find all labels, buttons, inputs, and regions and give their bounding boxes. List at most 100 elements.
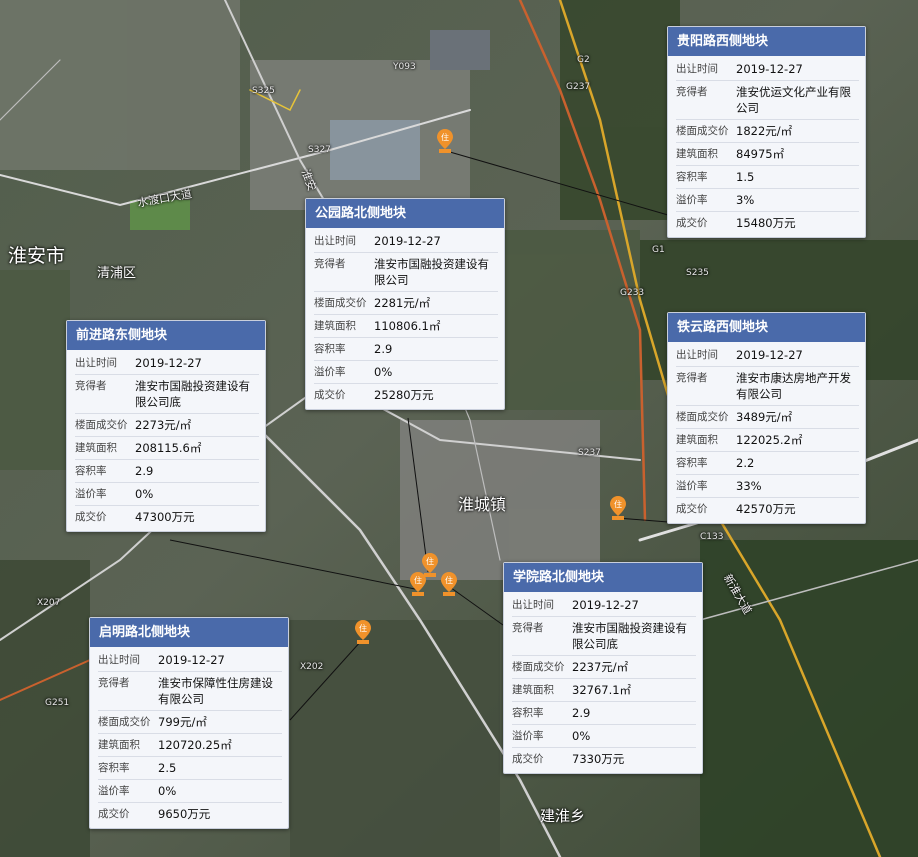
- date-row: 出让时间 2019-12-27: [676, 344, 859, 367]
- area-value: 120720.25㎡: [158, 738, 232, 752]
- parcel-card[interactable]: 贵阳路西侧地块 出让时间 2019-12-27 竞得者 淮安优运文化产业有限公司 楼…: [667, 26, 866, 238]
- parcel-card-title: 前进路东侧地块: [67, 321, 265, 350]
- premium-label: 溢价率: [676, 480, 708, 492]
- total-row: 成交价 25280万元: [314, 384, 498, 406]
- parcel-card[interactable]: 学院路北侧地块 出让时间 2019-12-27 竞得者 淮安市国融投资建设有限公司底…: [503, 562, 703, 774]
- premium-label: 溢价率: [75, 488, 107, 500]
- total-row: 成交价 15480万元: [676, 212, 859, 234]
- total-row: 成交价 42570万元: [676, 498, 859, 520]
- far-value: 2.5: [158, 761, 177, 775]
- floor-price-row: 楼面成交价 2237元/㎡: [512, 656, 696, 679]
- area-value: 122025.2㎡: [736, 433, 803, 447]
- svg-text:住: 住: [614, 499, 622, 509]
- winner-label: 竞得者: [512, 622, 544, 634]
- svg-text:住: 住: [426, 556, 434, 566]
- far-row: 容积率 2.9: [512, 702, 696, 725]
- winner-label: 竞得者: [75, 380, 107, 392]
- map-pin-icon[interactable]: 住: [440, 571, 458, 597]
- floor-price-value: 2237元/㎡: [572, 660, 629, 674]
- area-value: 110806.1㎡: [374, 319, 441, 333]
- date-value: 2019-12-27: [736, 62, 803, 76]
- premium-row: 溢价率 3%: [676, 189, 859, 212]
- floor-price-value: 3489元/㎡: [736, 410, 793, 424]
- far-value: 2.9: [374, 342, 393, 356]
- date-value: 2019-12-27: [158, 653, 225, 667]
- parcel-card-title: 贵阳路西侧地块: [668, 27, 865, 56]
- total-value: 9650万元: [158, 807, 211, 821]
- winner-row: 竞得者 淮安优运文化产业有限公司: [676, 81, 859, 120]
- winner-row: 竞得者 淮安市国融投资建设有限公司底: [75, 375, 259, 414]
- far-value: 2.9: [572, 706, 591, 720]
- far-label: 容积率: [676, 457, 708, 469]
- total-label: 成交价: [98, 808, 130, 820]
- total-label: 成交价: [75, 511, 107, 523]
- area-label: 建筑面积: [676, 434, 718, 446]
- winner-value: 淮安市国融投资建设有限公司底: [572, 621, 687, 651]
- area-row: 建筑面积 208115.6㎡: [75, 437, 259, 460]
- date-label: 出让时间: [98, 654, 140, 666]
- far-value: 2.2: [736, 456, 755, 470]
- date-row: 出让时间 2019-12-27: [75, 352, 259, 375]
- parcel-card[interactable]: 启明路北侧地块 出让时间 2019-12-27 竞得者 淮安市保障性住房建设有限公司…: [89, 617, 289, 829]
- map-pin-icon[interactable]: 住: [354, 619, 372, 645]
- parcel-card-title: 启明路北侧地块: [90, 618, 288, 647]
- map-pin-icon[interactable]: 住: [436, 128, 454, 154]
- area-label: 建筑面积: [314, 320, 356, 332]
- parcel-card[interactable]: 公园路北侧地块 出让时间 2019-12-27 竞得者 淮安市国融投资建设有限公司 …: [305, 198, 505, 410]
- floor-price-value: 1822元/㎡: [736, 124, 793, 138]
- date-value: 2019-12-27: [572, 598, 639, 612]
- area-row: 建筑面积 84975㎡: [676, 143, 859, 166]
- svg-text:住: 住: [445, 575, 453, 585]
- premium-row: 溢价率 0%: [98, 780, 282, 803]
- date-value: 2019-12-27: [736, 348, 803, 362]
- map-pin-icon[interactable]: 住: [409, 571, 427, 597]
- far-label: 容积率: [676, 171, 708, 183]
- far-value: 2.9: [135, 464, 154, 478]
- far-label: 容积率: [98, 762, 130, 774]
- premium-value: 0%: [572, 729, 591, 743]
- svg-text:住: 住: [441, 132, 449, 142]
- total-row: 成交价 9650万元: [98, 803, 282, 825]
- far-label: 容积率: [512, 707, 544, 719]
- floor-price-row: 楼面成交价 2273元/㎡: [75, 414, 259, 437]
- premium-row: 溢价率 0%: [512, 725, 696, 748]
- floor-price-row: 楼面成交价 2281元/㎡: [314, 292, 498, 315]
- premium-label: 溢价率: [512, 730, 544, 742]
- area-row: 建筑面积 120720.25㎡: [98, 734, 282, 757]
- winner-label: 竞得者: [98, 677, 130, 689]
- far-row: 容积率 1.5: [676, 166, 859, 189]
- date-label: 出让时间: [676, 63, 718, 75]
- floor-price-value: 2281元/㎡: [374, 296, 431, 310]
- parcel-card-title: 学院路北侧地块: [504, 563, 702, 592]
- floor-price-label: 楼面成交价: [98, 716, 151, 728]
- total-value: 42570万元: [736, 502, 796, 516]
- winner-label: 竞得者: [676, 86, 708, 98]
- winner-row: 竞得者 淮安市国融投资建设有限公司底: [512, 617, 696, 656]
- far-row: 容积率 2.2: [676, 452, 859, 475]
- far-row: 容积率 2.5: [98, 757, 282, 780]
- parcel-card-title: 铁云路西侧地块: [668, 313, 865, 342]
- parcel-card[interactable]: 前进路东侧地块 出让时间 2019-12-27 竞得者 淮安市国融投资建设有限公司底…: [66, 320, 266, 532]
- parcel-card[interactable]: 铁云路西侧地块 出让时间 2019-12-27 竞得者 淮安市康达房地产开发有限公司…: [667, 312, 866, 524]
- svg-text:住: 住: [359, 623, 367, 633]
- area-row: 建筑面积 110806.1㎡: [314, 315, 498, 338]
- area-value: 84975㎡: [736, 147, 785, 161]
- date-label: 出让时间: [75, 357, 117, 369]
- area-label: 建筑面积: [512, 684, 554, 696]
- floor-price-label: 楼面成交价: [676, 125, 729, 137]
- far-row: 容积率 2.9: [314, 338, 498, 361]
- winner-label: 竞得者: [314, 258, 346, 270]
- floor-price-label: 楼面成交价: [512, 661, 565, 673]
- floor-price-row: 楼面成交价 1822元/㎡: [676, 120, 859, 143]
- total-row: 成交价 7330万元: [512, 748, 696, 770]
- total-value: 7330万元: [572, 752, 625, 766]
- floor-price-label: 楼面成交价: [314, 297, 367, 309]
- area-label: 建筑面积: [676, 148, 718, 160]
- date-row: 出让时间 2019-12-27: [314, 230, 498, 253]
- winner-value: 淮安市国融投资建设有限公司底: [135, 379, 250, 409]
- floor-price-label: 楼面成交价: [676, 411, 729, 423]
- premium-label: 溢价率: [314, 366, 346, 378]
- premium-value: 3%: [736, 193, 755, 207]
- map-pin-icon[interactable]: 住: [609, 495, 627, 521]
- premium-value: 33%: [736, 479, 762, 493]
